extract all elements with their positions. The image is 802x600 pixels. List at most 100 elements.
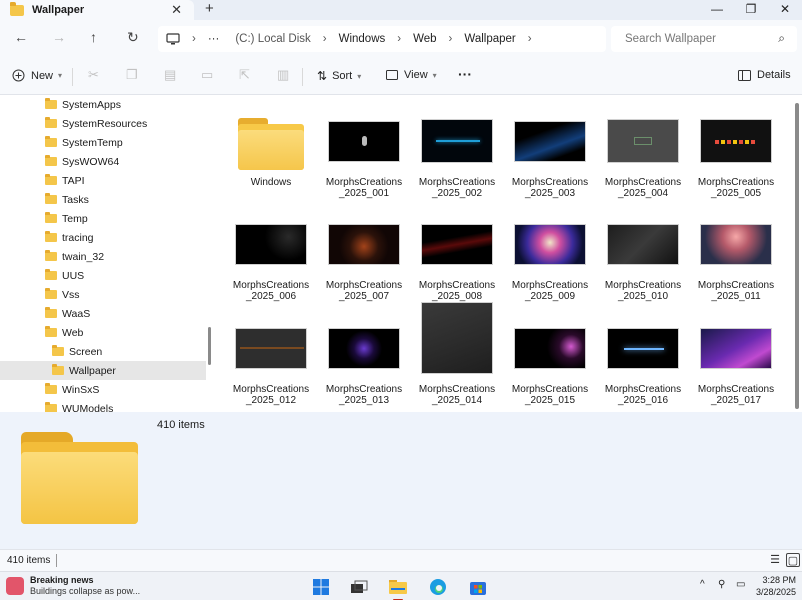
network-icon[interactable]: ⚲ [718,579,725,590]
file-item[interactable]: MorphsCreations _2025_012 [228,314,314,412]
back-button[interactable]: ← [14,29,28,45]
maximize-button[interactable]: ❐ [734,0,768,18]
breadcrumb-more[interactable]: ··· [208,33,220,45]
tray-overflow-icon[interactable]: ^ [700,579,705,590]
display-icon[interactable]: ▭ [736,579,745,590]
new-tab-button[interactable]: + [205,0,214,17]
file-item[interactable]: MorphsCreations _2025_011 [693,210,779,310]
sort-button[interactable]: ⇅ Sort ▾ [317,69,361,83]
start-icon[interactable] [309,575,333,599]
sidebar-scrollbar[interactable] [208,327,211,365]
sidebar-item-syswow64[interactable]: SysWOW64 [0,152,206,171]
file-name: MorphsCreations [511,177,589,188]
file-name: MorphsCreations [325,384,403,395]
clock[interactable]: 3:28 PM 3/28/2025 [756,574,796,598]
sidebar-item-winsxs[interactable]: WinSxS [0,380,206,399]
forward-button[interactable]: → [52,29,66,45]
folder-icon [45,250,57,261]
copy-icon[interactable]: ❐ [126,67,138,83]
file-name-suffix: _2025_012 [245,395,297,406]
title-bar: Wallpaper ✕ + — ❐ ✕ [0,0,802,20]
details-button[interactable]: Details [738,69,791,81]
tab-wallpaper[interactable]: Wallpaper ✕ [0,0,194,20]
thumbnail-view-icon[interactable]: ▢ [786,553,800,567]
cut-icon[interactable]: ✂ [88,67,99,83]
file-name-suffix: _2025_003 [524,188,576,199]
more-options-button[interactable]: ··· [458,66,472,82]
sidebar-item-label: Tasks [62,193,89,206]
thumbnail-wrap [228,308,314,388]
edge-icon[interactable] [426,575,450,599]
file-item[interactable]: MorphsCreations _2025_008 [414,210,500,310]
file-item[interactable]: MorphsCreations _2025_001 [321,107,407,207]
sidebar-item-wumodels[interactable]: WUModels [0,399,206,412]
view-icon [386,70,398,80]
file-item[interactable]: MorphsCreations _2025_015 [507,314,593,412]
close-window-button[interactable]: ✕ [768,0,802,18]
folder-icon [45,288,57,299]
crumb-windows[interactable]: Windows [339,33,386,45]
sidebar-item-systemresources[interactable]: SystemResources [0,114,206,133]
window-controls: — ❐ ✕ [700,0,802,18]
file-name-suffix: _2025_017 [710,395,762,406]
news-icon[interactable] [6,577,24,595]
sidebar-item-temp[interactable]: Temp [0,209,206,228]
list-view-icon[interactable]: ☰ [768,553,782,567]
search-icon[interactable]: ⌕ [778,31,785,46]
file-item[interactable]: MorphsCreations _2025_005 [693,107,779,207]
file-item[interactable]: MorphsCreations _2025_004 [600,107,686,207]
sidebar-item-vss[interactable]: Vss [0,285,206,304]
news-title[interactable]: Breaking news [30,575,94,585]
folder-windows[interactable]: Windows [228,107,314,207]
crumb-web[interactable]: Web [413,33,436,45]
sidebar-item-wallpaper[interactable]: Wallpaper [0,361,206,380]
new-button[interactable]: New ▾ [12,69,62,82]
task-view-icon[interactable] [347,575,371,599]
crumb-wallpaper[interactable]: Wallpaper [464,33,515,45]
thumbnail-wrap [321,204,407,284]
sidebar-item-tracing[interactable]: tracing [0,228,206,247]
sidebar-item-systemtemp[interactable]: SystemTemp [0,133,206,152]
view-button[interactable]: View ▾ [386,69,437,81]
crumb-local-disk[interactable]: (C:) Local Disk [235,33,310,45]
file-explorer-icon[interactable] [386,575,410,600]
sidebar-item-twain-32[interactable]: twain_32 [0,247,206,266]
file-item[interactable]: MorphsCreations _2025_002 [414,107,500,207]
sidebar-item-uus[interactable]: UUS [0,266,206,285]
sidebar-item-waas[interactable]: WaaS [0,304,206,323]
sidebar-item-web[interactable]: Web [0,323,206,342]
sort-icon: ⇅ [317,69,328,83]
file-name: MorphsCreations [232,280,310,291]
thumbnail-wrap [414,299,500,376]
file-item[interactable]: MorphsCreations _2025_003 [507,107,593,207]
file-item[interactable]: MorphsCreations _2025_007 [321,210,407,310]
sidebar-item-systemapps[interactable]: SystemApps [0,95,206,114]
rename-icon[interactable]: ▭ [201,67,213,83]
sidebar-item-tasks[interactable]: Tasks [0,190,206,209]
clock-date: 3/28/2025 [756,587,797,597]
delete-icon[interactable]: ▥ [277,67,289,83]
sidebar-item-screen[interactable]: Screen [0,342,206,361]
file-item[interactable]: MorphsCreations _2025_009 [507,210,593,310]
file-name: MorphsCreations [697,384,775,395]
news-headline[interactable]: Buildings collapse as pow... [30,586,140,596]
file-item[interactable]: MorphsCreations _2025_013 [321,314,407,412]
sidebar-item-label: WaaS [62,307,91,320]
close-tab-icon[interactable]: ✕ [171,2,182,18]
refresh-button[interactable]: ↻ [127,29,139,46]
search-input[interactable]: Search Wallpaper ⌕ [611,26,797,52]
minimize-button[interactable]: — [700,0,734,18]
paste-icon[interactable]: ▤ [164,67,176,83]
sidebar-item-tapi[interactable]: TAPI [0,171,206,190]
file-name-suffix: _2025_011 [711,291,761,302]
store-icon[interactable] [466,575,490,599]
breadcrumb[interactable]: › ··· (C:) Local Disk › Windows › Web › … [158,26,606,52]
file-item[interactable]: MorphsCreations _2025_010 [600,210,686,310]
up-button[interactable]: ↑ [90,29,97,45]
content-scrollbar[interactable] [795,103,799,409]
file-item[interactable]: MorphsCreations _2025_006 [228,210,314,310]
file-item[interactable]: MorphsCreations _2025_016 [600,314,686,412]
share-icon[interactable]: ⇱ [239,67,250,83]
file-item[interactable]: MorphsCreations _2025_017 [693,314,779,412]
file-item[interactable]: MorphsCreations _2025_014 [414,301,500,406]
